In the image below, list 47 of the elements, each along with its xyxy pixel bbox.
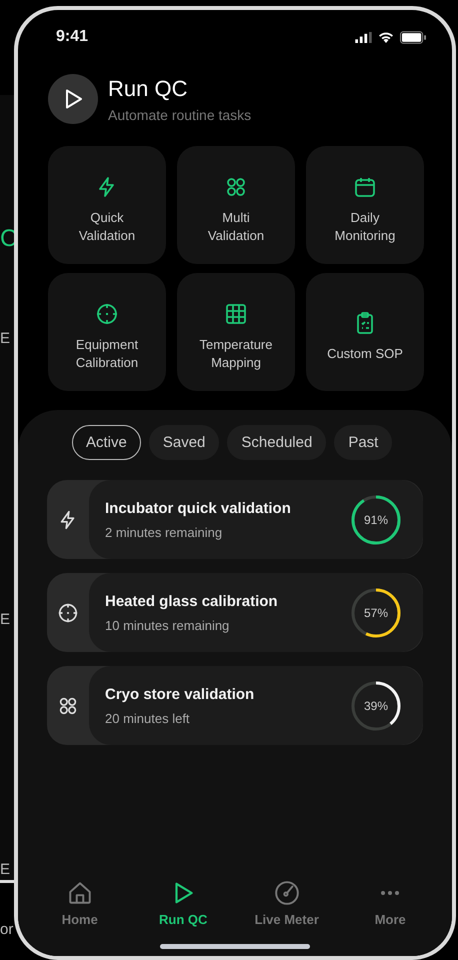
crosshair-icon (57, 602, 79, 624)
action-tile[interactable]: Equipment Calibration (48, 273, 166, 391)
battery-icon (400, 30, 426, 44)
page-subtitle: Automate routine tasks (108, 106, 252, 122)
grid-icon (224, 302, 248, 326)
cut-off-text: E (0, 861, 10, 878)
progress-ring (350, 680, 402, 732)
run-title: Cryo store validation (105, 686, 254, 702)
cut-off-text: E (0, 611, 10, 628)
filter-tab[interactable]: Saved (148, 425, 220, 460)
more-icon (381, 891, 400, 895)
calendar-icon (353, 175, 377, 199)
crosshair-icon (95, 302, 119, 326)
progress-ring (350, 494, 402, 546)
progress-percent: 39% (364, 698, 388, 712)
progress-percent: 91% (364, 512, 388, 526)
action-tile[interactable]: Multi Validation (177, 146, 295, 264)
cut-off-text: E (0, 330, 10, 347)
page-title: Run QC (108, 76, 188, 102)
nav-item[interactable]: Live Meter (242, 879, 332, 928)
gauge-icon (274, 880, 300, 906)
nav-item[interactable]: More (345, 879, 436, 928)
action-tile[interactable]: Daily Monitoring (306, 146, 424, 264)
run-title: Incubator quick validation (105, 500, 291, 516)
filter-tab[interactable]: Past (334, 425, 392, 460)
home-icon (66, 880, 93, 906)
filter-tab[interactable]: Active (72, 425, 141, 460)
run-time-left: 20 minutes left (105, 710, 191, 726)
run-time-left: 2 minutes remaining (105, 524, 224, 540)
action-tile[interactable]: Custom SOP (306, 273, 424, 391)
run-card[interactable]: Heated glass calibration 10 minutes remaining 57% (47, 573, 423, 652)
nav-item[interactable]: Home (34, 879, 125, 928)
progress-ring (350, 586, 402, 638)
wifi-icon (378, 31, 394, 43)
four-circles-icon (224, 175, 248, 199)
status-time: 9:41 (56, 28, 88, 46)
run-card[interactable]: Cryo store validation 20 minutes left 39% (47, 666, 423, 745)
action-tile[interactable]: Quick Validation (48, 146, 166, 264)
cut-off-text: or (0, 921, 14, 938)
run-title: Heated glass calibration (105, 592, 278, 610)
filter-tab[interactable]: Scheduled (227, 425, 326, 460)
run-card[interactable]: Incubator quick validation 2 minutes remaining 91% (47, 480, 423, 559)
run-time-left: 10 minutes remaining (105, 618, 230, 632)
signal-icon (355, 32, 372, 42)
nav-item[interactable]: Run QC (138, 879, 228, 928)
action-tile[interactable]: Temperature Mapping (177, 273, 295, 391)
progress-percent: 57% (364, 606, 388, 620)
